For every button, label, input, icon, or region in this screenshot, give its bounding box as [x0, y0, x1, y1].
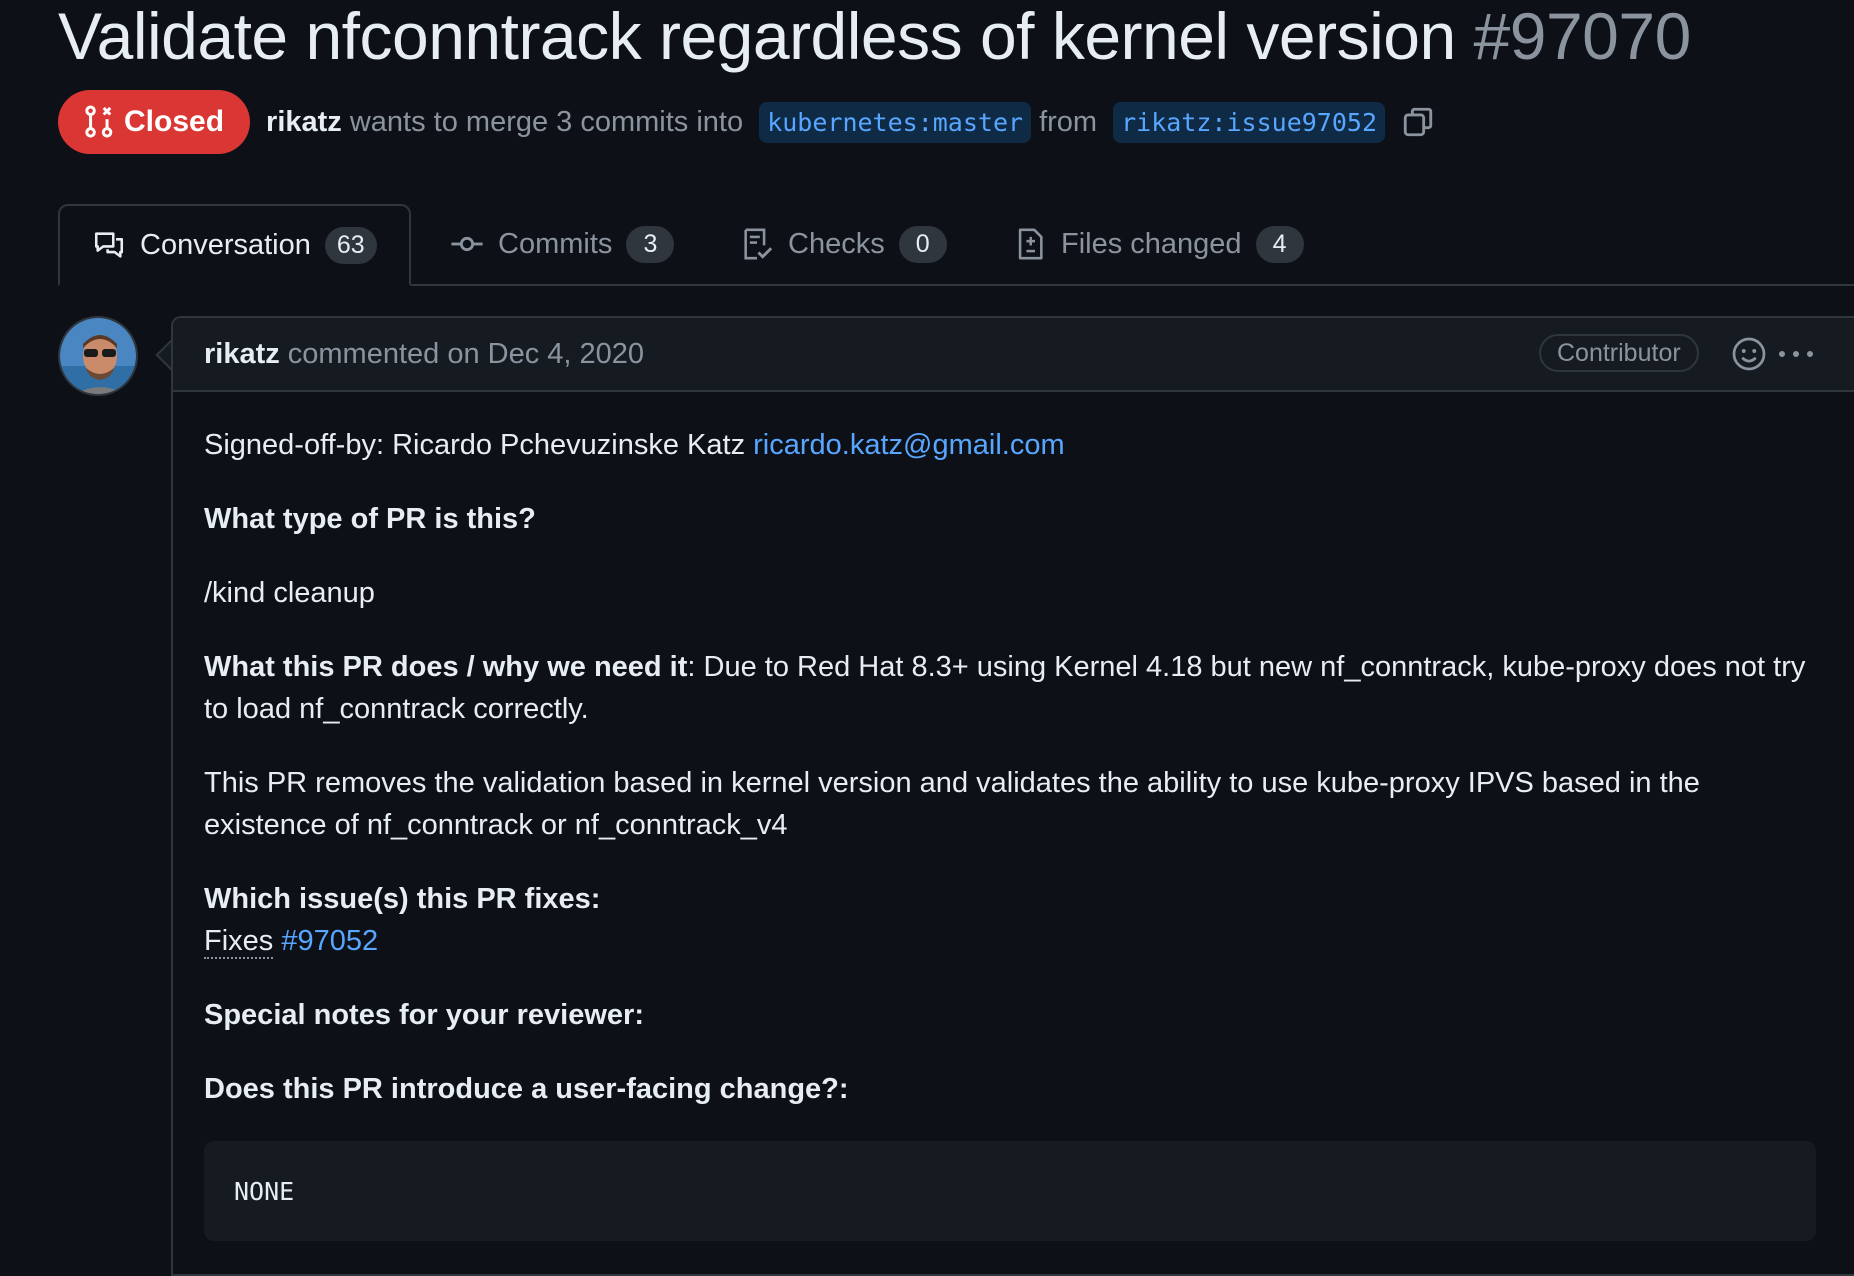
tab-counter: 63	[324, 226, 377, 264]
fixes-line: Fixes #97052	[204, 920, 378, 962]
pr-tabs: Conversation 63 Commits 3 Checks 0 Files…	[58, 204, 1854, 286]
pr-title-text: Validate nfconntrack regardless of kerne…	[58, 0, 1456, 73]
git-commit-icon	[451, 236, 483, 252]
what-this-pr-does-label: What this PR does / why we need it	[204, 651, 688, 683]
file-diff-icon	[1018, 228, 1043, 260]
tab-counter: 0	[898, 225, 947, 263]
pr-closed-icon	[85, 105, 113, 138]
head-branch[interactable]: rikatz:issue97052	[1113, 101, 1385, 143]
tab-label: Conversation	[140, 228, 311, 261]
comment-discussion-icon	[94, 232, 124, 258]
pr-author-link[interactable]: rikatz	[266, 106, 342, 139]
comment-author-link[interactable]: rikatz	[204, 338, 280, 371]
pr-number: #97070	[1473, 0, 1692, 73]
state-label: Closed	[124, 105, 225, 138]
tab-files-changed[interactable]: Files changed 4	[1013, 204, 1304, 284]
email-link[interactable]: ricardo.katz@gmail.com	[753, 429, 1064, 461]
tab-checks[interactable]: Checks 0	[740, 204, 947, 284]
what-this-pr-does-line1: What this PR does / why we need it: Due …	[204, 646, 1805, 688]
from-text: from	[1039, 105, 1098, 138]
release-note-code-block: NONE	[204, 1141, 1816, 1241]
question-user-facing-text: Does this PR introduce a user-facing cha…	[204, 1073, 849, 1105]
tab-commits[interactable]: Commits 3	[450, 204, 675, 284]
smiley-icon[interactable]	[1731, 336, 1767, 372]
question-issues: Which issue(s) this PR fixes:	[204, 878, 600, 920]
role-badge: Contributor	[1539, 334, 1699, 372]
kind-line: /kind cleanup	[204, 577, 375, 609]
issue-link[interactable]: #97052	[281, 925, 378, 957]
tab-counter: 4	[1255, 225, 1304, 263]
kebab-horizontal-icon[interactable]	[1776, 336, 1816, 372]
what-this-pr-does-line2: to load nf_conntrack correctly.	[204, 693, 589, 725]
fixes-word: Fixes	[204, 925, 274, 959]
pr-state-row: Closed rikatz wants to merge 3 commits i…	[58, 90, 1435, 154]
tab-conversation[interactable]: Conversation 63	[58, 204, 411, 286]
question-reviewer-notes: Special notes for your reviewer:	[204, 994, 644, 1036]
avatar[interactable]	[58, 316, 138, 396]
what-this-pr-does-text: : Due to Red Hat 8.3+ using Kernel 4.18 …	[687, 651, 1806, 683]
question-pr-type: What type of PR is this?	[204, 498, 536, 540]
comment-header: rikatz commented on Dec 4, 2020 Contribu…	[173, 318, 1854, 392]
comment-timestamp[interactable]: commented on Dec 4, 2020	[288, 338, 644, 371]
base-branch[interactable]: kubernetes:master	[759, 101, 1032, 143]
signed-off-text: Signed-off-by: Ricardo Pchevuzinske Katz	[204, 429, 746, 461]
tab-label: Commits	[498, 227, 613, 260]
pr-title: Validate nfconntrack regardless of kerne…	[58, 0, 1691, 72]
question-reviewer-notes-text: Special notes for your reviewer:	[204, 999, 644, 1031]
signed-off-line: Signed-off-by: Ricardo Pchevuzinske Katz…	[204, 424, 1065, 466]
question-pr-type-text: What type of PR is this?	[204, 503, 536, 535]
copy-icon[interactable]	[1401, 105, 1435, 139]
checklist-icon	[744, 228, 773, 260]
tab-label: Files changed	[1061, 227, 1242, 260]
avatar-image	[60, 318, 136, 394]
description-line2: existence of nf_conntrack or nf_conntrac…	[204, 809, 788, 841]
merge-text: wants to merge 3 commits into	[349, 105, 744, 138]
description-line1: This PR removes the validation based in …	[204, 767, 1700, 799]
question-issues-text: Which issue(s) this PR fixes:	[204, 883, 601, 915]
tab-label: Checks	[788, 227, 885, 260]
state-badge: Closed	[58, 90, 251, 154]
tab-counter: 3	[626, 225, 675, 263]
code-text: NONE	[234, 1176, 295, 1206]
pr-meta: rikatz wants to merge 3 commits into kub…	[266, 101, 1435, 143]
question-user-facing: Does this PR introduce a user-facing cha…	[204, 1068, 849, 1110]
